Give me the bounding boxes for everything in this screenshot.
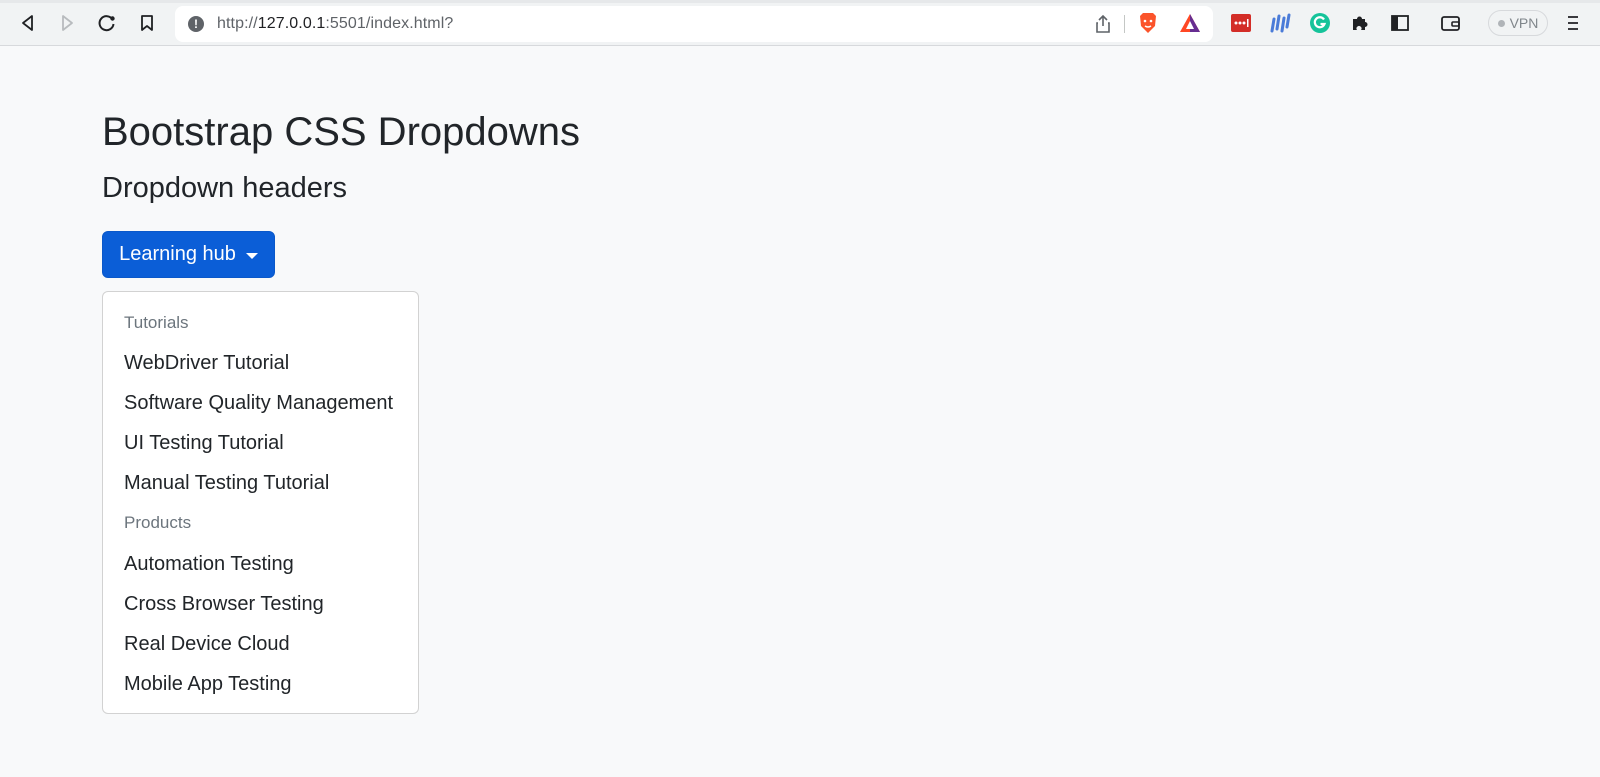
dropdown-item[interactable]: Automation Testing: [124, 552, 294, 576]
grammarly-icon: [1310, 13, 1330, 33]
page-subtitle: Dropdown headers: [102, 172, 348, 204]
dropdown-item[interactable]: Mobile App Testing: [124, 672, 292, 696]
dropdown-item[interactable]: Cross Browser Testing: [124, 592, 324, 616]
bookmark-button[interactable]: [135, 11, 159, 35]
menu-icon: [1568, 16, 1578, 30]
dropdown-item[interactable]: WebDriver Tutorial: [124, 351, 289, 375]
site-info-icon[interactable]: !: [188, 16, 204, 32]
wallet-icon: [1441, 16, 1460, 31]
vpn-status-dot: [1497, 19, 1505, 27]
url-host: 127.0.0.1: [257, 15, 326, 32]
browser-toolbar: ! http://127.0.0.1:5501/index.html? VPN: [0, 0, 1600, 46]
extensions-button[interactable]: [1348, 11, 1372, 35]
page-title: Bootstrap CSS Dropdowns: [102, 110, 581, 154]
sidebar-button[interactable]: [1388, 11, 1412, 35]
dropdown-item[interactable]: UI Testing Tutorial: [124, 431, 284, 455]
url-scheme: http://: [217, 15, 258, 32]
url-path: :5501/index.html?: [325, 15, 454, 32]
brave-rewards-icon: [1180, 14, 1200, 32]
dropdown-header-tutorials: Tutorials: [124, 313, 189, 332]
extension-bars-icon: [1270, 13, 1291, 33]
reload-button[interactable]: [95, 11, 119, 35]
vpn-label: VPN: [1509, 15, 1539, 31]
tab-strip: [0, 0, 1600, 3]
reload-icon: [98, 15, 115, 32]
dropdown-header-products: Products: [124, 513, 192, 532]
dropdown-item[interactable]: Real Device Cloud: [124, 632, 290, 656]
extension-bars-button[interactable]: [1268, 11, 1292, 35]
brave-shields-icon: [1140, 13, 1156, 33]
share-button[interactable]: [1093, 14, 1113, 34]
bookmark-icon: [141, 15, 153, 31]
lastpass-button[interactable]: [1229, 11, 1253, 35]
url-divider: [1124, 15, 1125, 33]
dropdown-item[interactable]: Manual Testing Tutorial: [124, 471, 329, 495]
caret-down-icon: [245, 252, 258, 259]
dropdown-item[interactable]: Software Quality Management: [124, 391, 393, 415]
back-button[interactable]: [16, 11, 40, 35]
address-bar[interactable]: ! http://127.0.0.1:5501/index.html?: [175, 6, 1213, 42]
brave-shields-button[interactable]: [1136, 11, 1160, 35]
vpn-button[interactable]: VPN: [1488, 10, 1548, 36]
browser-menu-button[interactable]: [1561, 11, 1585, 35]
dropdown-toggle-label: Learning hub: [119, 243, 236, 265]
sidebar-icon: [1391, 15, 1409, 31]
forward-button[interactable]: [55, 11, 79, 35]
wallet-button[interactable]: [1439, 11, 1463, 35]
dropdown-menu: Tutorials WebDriver Tutorial Software Qu…: [102, 291, 419, 714]
url-text[interactable]: http://127.0.0.1:5501/index.html?: [217, 15, 453, 33]
lastpass-icon: [1231, 14, 1251, 32]
share-icon: [1096, 14, 1110, 33]
learning-hub-dropdown-toggle[interactable]: Learning hub: [102, 231, 275, 278]
grammarly-button[interactable]: [1308, 11, 1332, 35]
extensions-puzzle-icon: [1353, 16, 1368, 30]
brave-rewards-button[interactable]: [1178, 11, 1202, 35]
back-icon: [22, 15, 33, 31]
forward-icon: [62, 15, 73, 31]
